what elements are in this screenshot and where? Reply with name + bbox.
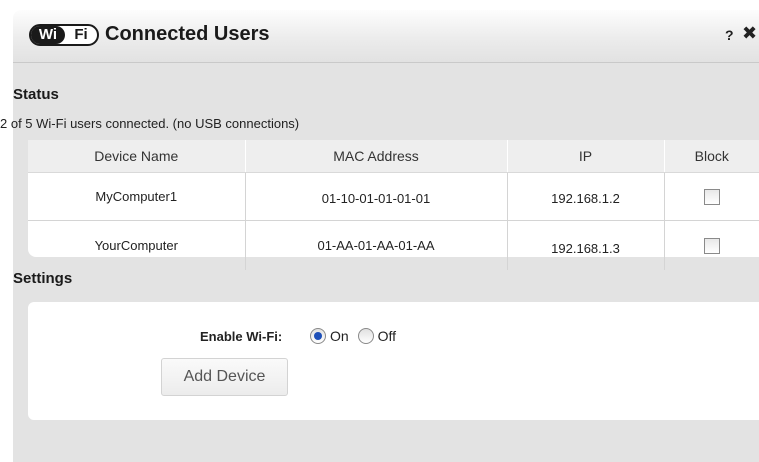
status-heading: Status <box>13 86 59 103</box>
block-cell <box>664 221 759 271</box>
block-checkbox[interactable] <box>703 237 720 254</box>
device-name-cell: YourComputer <box>28 220 246 270</box>
table-header-row: Device Name MAC Address IP Block <box>28 140 759 173</box>
block-cell <box>664 172 759 221</box>
wifi-logo-wi: Wi <box>31 26 65 44</box>
column-header-device-name: Device Name <box>28 140 246 173</box>
ip-cell: 192.168.1.3 <box>507 220 665 270</box>
block-checkbox[interactable] <box>703 188 720 205</box>
settings-panel: Enable Wi-Fi: On Off Add Device <box>28 302 759 420</box>
wifi-on-radio[interactable] <box>310 328 326 345</box>
wifi-on-label: On <box>330 328 349 345</box>
table-row: YourComputer 01-AA-01-AA-01-AA 192.168.1… <box>28 220 759 271</box>
help-icon[interactable]: ? <box>725 27 734 43</box>
wifi-logo-fi: Fi <box>74 26 88 43</box>
column-header-mac-address: MAC Address <box>245 140 508 173</box>
enable-wifi-radio-group: On Off <box>310 327 401 345</box>
dialog-title: Connected Users <box>105 23 270 45</box>
add-device-button[interactable]: Add Device <box>161 358 288 396</box>
mac-address-cell: 01-AA-01-AA-01-AA <box>245 220 508 270</box>
column-header-ip: IP <box>507 140 665 173</box>
close-icon[interactable]: ✖ <box>742 23 757 44</box>
wifi-off-label: Off <box>377 328 396 345</box>
wifi-off-radio[interactable] <box>357 328 374 345</box>
settings-heading: Settings <box>13 270 73 287</box>
connected-users-table: Device Name MAC Address IP Block MyCompu… <box>28 140 759 270</box>
table-row: MyComputer1 01-10-01-01-01-01 192.168.1.… <box>28 172 759 221</box>
wifi-logo: Wi Fi <box>29 24 99 46</box>
mac-address-cell: 01-10-01-01-01-01 <box>245 172 508 221</box>
status-summary: 2 of 5 Wi-Fi users connected. (no USB co… <box>0 116 300 131</box>
device-name-cell: MyComputer1 <box>28 172 246 221</box>
dialog-titlebar: Wi Fi Connected Users ? ✖ <box>13 10 759 63</box>
enable-wifi-label: Enable Wi-Fi: <box>200 329 283 344</box>
ip-cell: 192.168.1.2 <box>507 172 665 221</box>
column-header-block: Block <box>664 140 759 173</box>
